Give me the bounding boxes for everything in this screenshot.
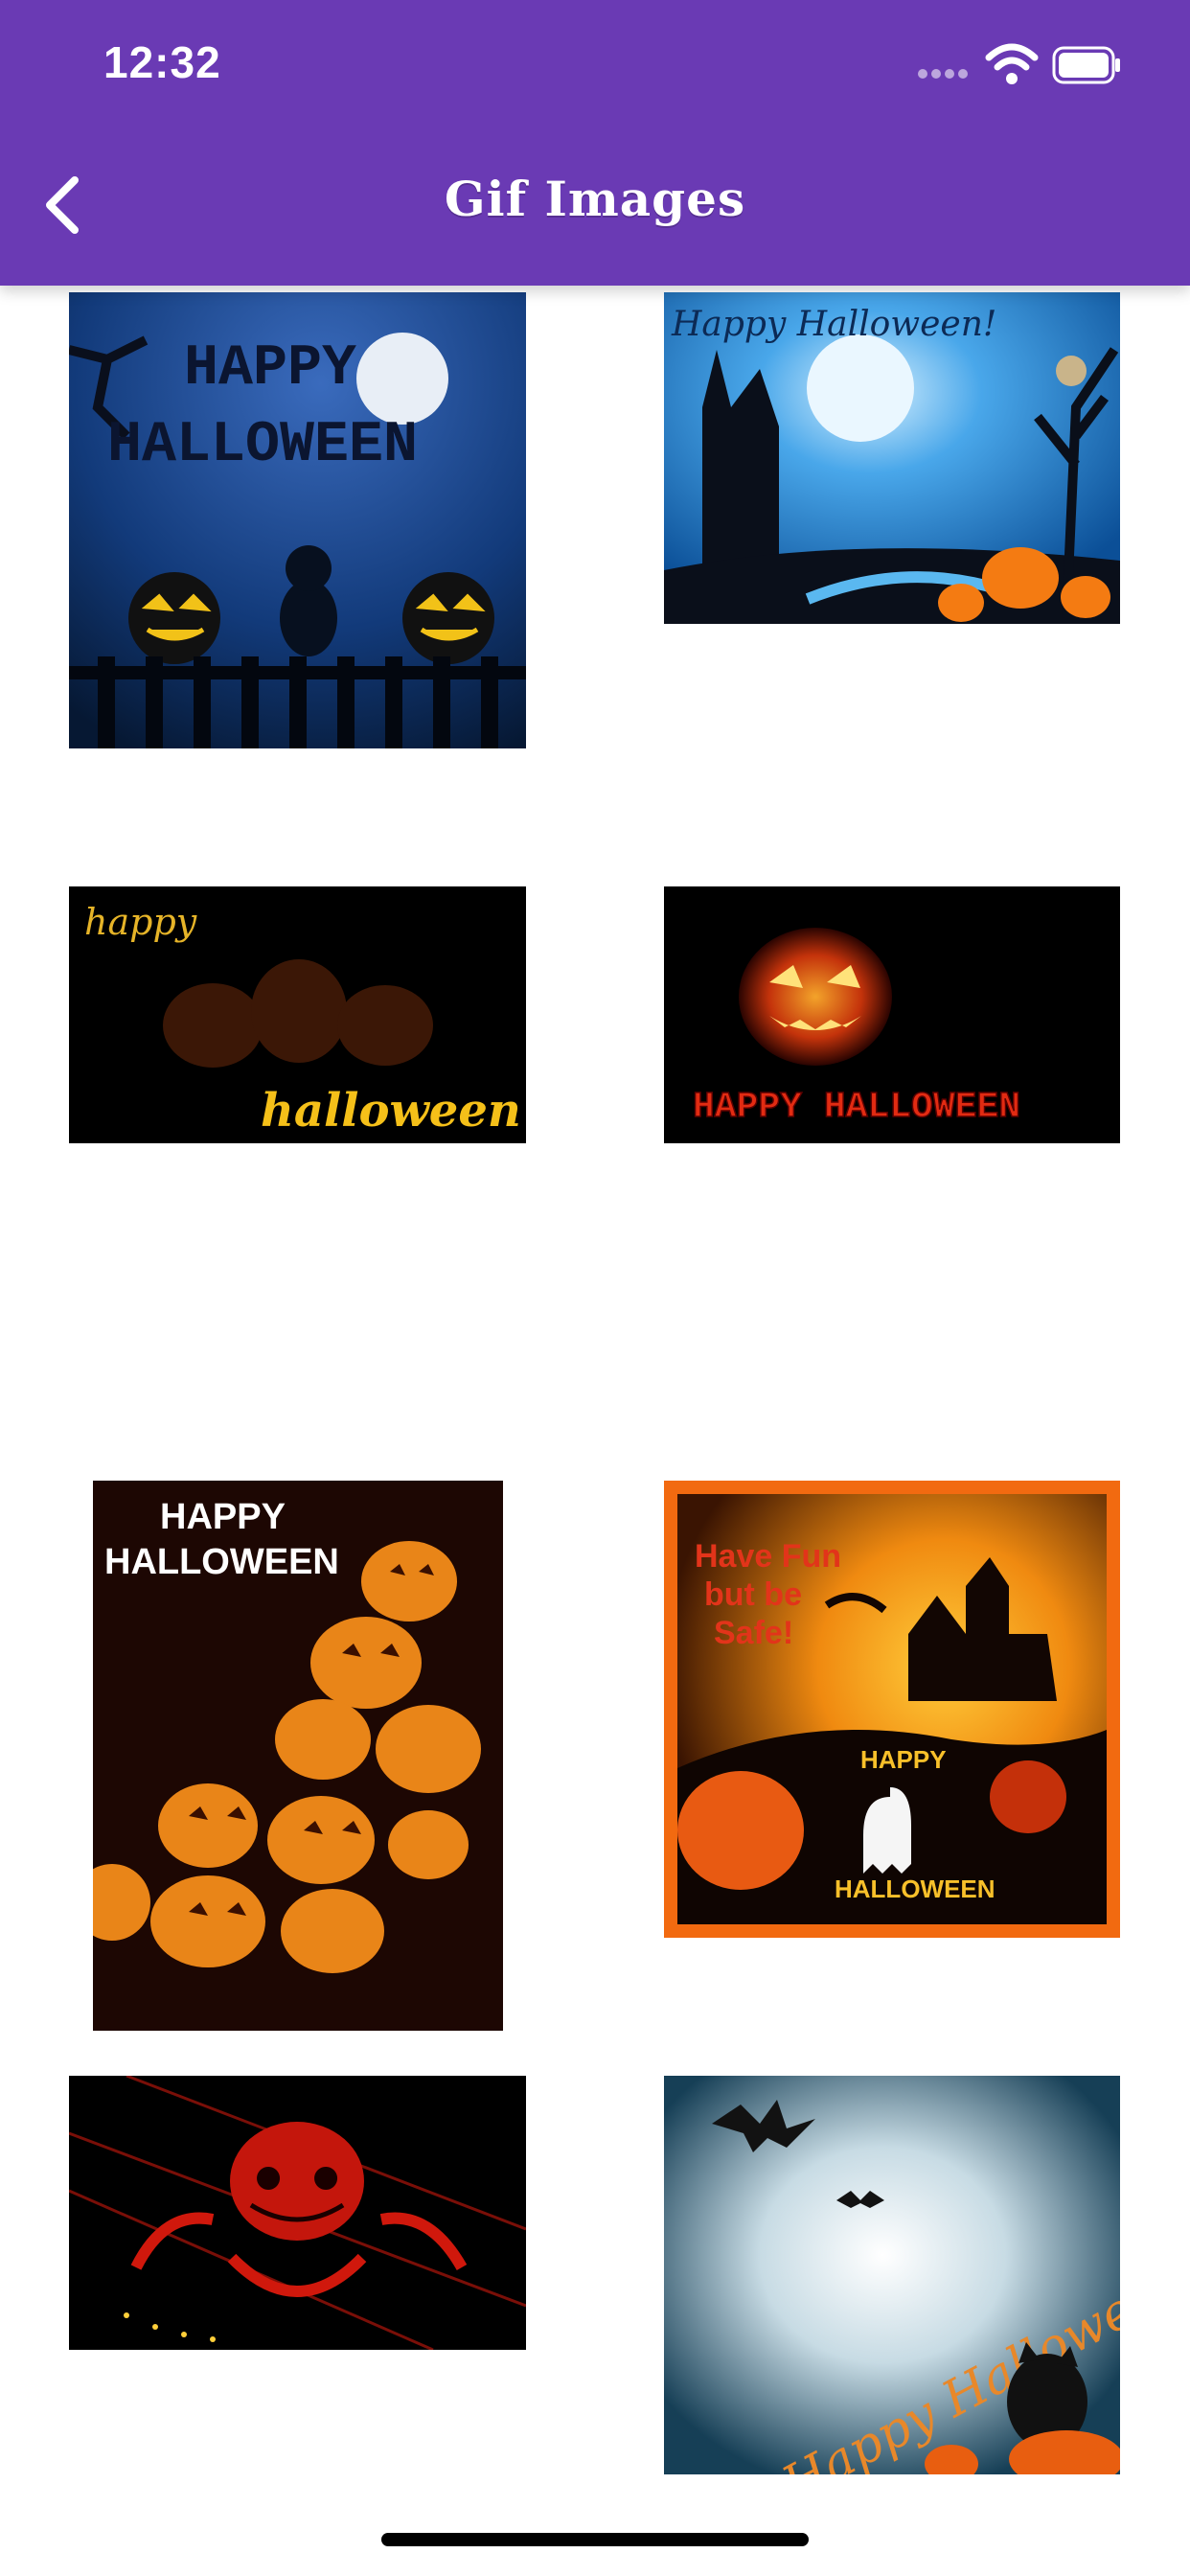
- page-title: Gif Images: [444, 171, 746, 227]
- gif-caption: but be: [704, 1576, 802, 1613]
- app-header: 12:32 Gif Images: [0, 0, 1190, 286]
- gif-tile[interactable]: Have Fun but be Safe! HAPPY HALLOWEEN: [664, 1481, 1120, 1938]
- gif-caption: happy: [84, 901, 197, 943]
- gif-caption: HAPPY: [184, 336, 356, 402]
- status-time: 12:32: [103, 37, 221, 87]
- gif-tile[interactable]: Happy Halloween!: [664, 292, 1120, 624]
- gif-caption: HAPPY HALLOWEEN: [693, 1087, 1020, 1128]
- gif-caption: HAPPY: [860, 1745, 947, 1774]
- home-indicator[interactable]: [381, 2533, 809, 2546]
- wifi-icon: [985, 43, 1039, 84]
- gif-tile[interactable]: HAPPY HALLOWEEN: [664, 886, 1120, 1143]
- battery-icon: [1052, 46, 1120, 84]
- gif-tile[interactable]: [69, 2076, 526, 2350]
- gif-caption: Have Fun: [695, 1538, 841, 1575]
- gif-caption: Safe!: [714, 1615, 793, 1651]
- gif-tile[interactable]: HAPPY HALLOWEEN: [93, 1481, 503, 2031]
- gif-caption: HALLOWEEN: [104, 1542, 339, 1582]
- gif-tile[interactable]: HAPPY HALLOWEEN: [69, 292, 526, 748]
- gif-caption: halloween: [261, 1084, 521, 1138]
- gif-tile[interactable]: Happy Halloween!!: [664, 2076, 1120, 2474]
- gif-caption: Happy Halloween!: [671, 305, 996, 344]
- gif-tile[interactable]: happy halloween: [69, 886, 526, 1143]
- gif-caption: HALLOWEEN: [107, 413, 418, 478]
- gif-caption: HALLOWEEN: [835, 1874, 995, 1903]
- gif-caption: HAPPY: [160, 1497, 286, 1537]
- cellular-signal-icon: [918, 69, 973, 79]
